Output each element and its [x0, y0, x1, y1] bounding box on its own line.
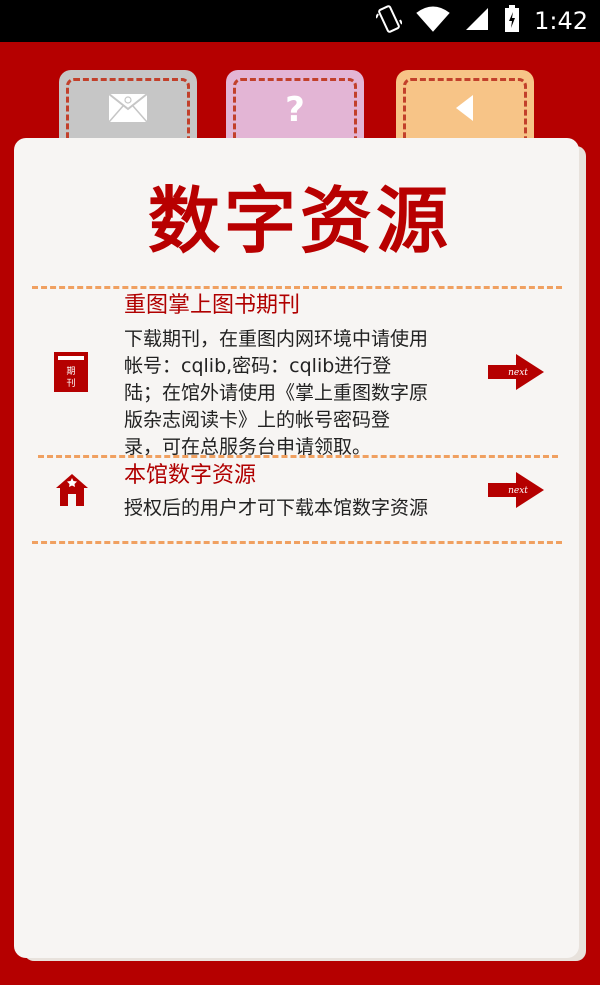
library-home-icon — [54, 472, 90, 512]
clock: 1:42 — [534, 7, 588, 35]
divider — [32, 286, 562, 289]
periodical-icon-char-2: 刊 — [66, 377, 75, 389]
wifi-icon — [416, 6, 450, 36]
back-arrow-icon — [453, 93, 477, 127]
description-line: 陆；在馆外请使用《掌上重图数字原 — [124, 382, 429, 404]
vibrate-icon — [375, 4, 403, 38]
signal-icon — [464, 6, 490, 36]
item-title[interactable]: 重图掌上图书期刊 — [124, 292, 300, 320]
periodical-icon-char-1: 期 — [66, 366, 75, 377]
question-icon: ? — [285, 90, 305, 130]
description-line: 授权后的用户才可下载本馆数字资源 — [124, 497, 429, 519]
item-description: 下载期刊，在重图内网环境中请使用 帐号：cqlib,密码：cqlib进行登 陆；… — [124, 326, 479, 461]
item-description: 授权后的用户才可下载本馆数字资源 — [124, 495, 479, 522]
battery-icon — [504, 5, 520, 37]
divider — [38, 455, 558, 458]
page-title: 数字资源 — [147, 179, 452, 263]
item-title[interactable]: 本馆数字资源 — [124, 462, 256, 490]
next-button[interactable]: next — [486, 352, 546, 396]
next-label: next — [508, 486, 528, 496]
status-bar: 1:42 — [0, 0, 600, 42]
periodical-icon: 期 刊 — [54, 352, 88, 396]
divider — [32, 541, 562, 544]
next-button[interactable]: next — [486, 470, 546, 514]
next-label: next — [508, 368, 528, 378]
description-line: 版杂志阅读卡》上的帐号密码登 — [124, 409, 391, 431]
description-line: 帐号：cqlib,密码：cqlib进行登 — [124, 355, 392, 377]
description-line: 下载期刊，在重图内网环境中请使用 — [124, 328, 429, 350]
mail-icon — [108, 93, 148, 127]
